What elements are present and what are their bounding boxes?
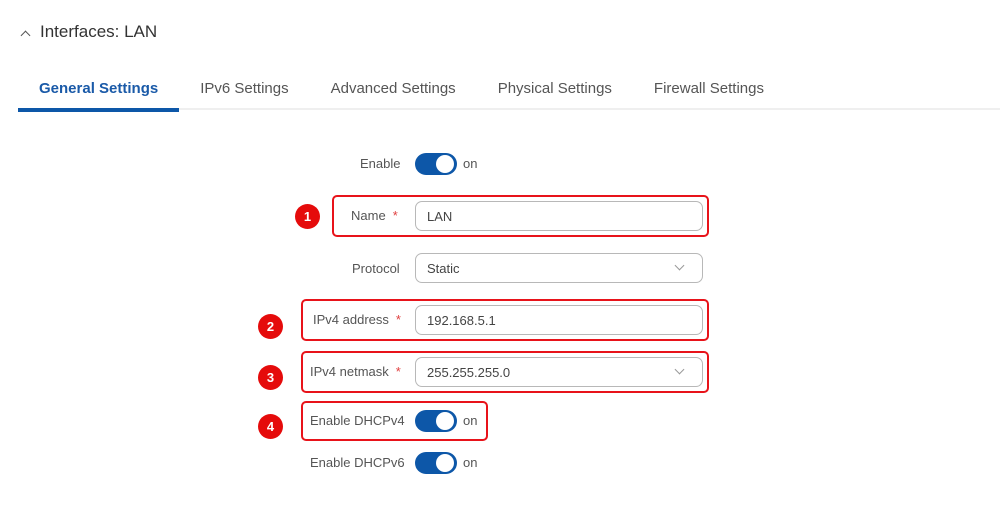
annotation-badge-3: 3 bbox=[258, 365, 283, 390]
name-label: Name * bbox=[351, 208, 398, 223]
ipv4-address-label-text: IPv4 address bbox=[313, 312, 389, 327]
enable-dhcpv6-state: on bbox=[463, 455, 478, 470]
ipv4-netmask-label-text: IPv4 netmask bbox=[310, 364, 389, 379]
general-settings-form: Enable on 1 Name * LAN Protocol Static 2 … bbox=[0, 0, 1000, 525]
annotation-badge-1: 1 bbox=[295, 204, 320, 229]
annotation-badge-2: 2 bbox=[258, 314, 283, 339]
enable-dhcpv4-state: on bbox=[463, 413, 478, 428]
protocol-label: Protocol bbox=[352, 261, 400, 276]
ipv4-netmask-select[interactable]: 255.255.255.0 bbox=[415, 357, 703, 387]
name-label-text: Name bbox=[351, 208, 386, 223]
chevron-down-icon bbox=[676, 262, 684, 270]
annotation-badge-4: 4 bbox=[258, 414, 283, 439]
enable-dhcpv6-label: Enable DHCPv6 bbox=[310, 455, 405, 470]
ipv4-netmask-label: IPv4 netmask * bbox=[310, 364, 401, 379]
enable-dhcpv4-label: Enable DHCPv4 bbox=[310, 413, 405, 428]
protocol-select[interactable]: Static bbox=[415, 253, 703, 283]
required-mark: * bbox=[392, 208, 398, 223]
enable-state: on bbox=[463, 156, 478, 171]
enable-label: Enable bbox=[360, 156, 401, 171]
required-mark: * bbox=[395, 364, 401, 379]
name-input[interactable]: LAN bbox=[415, 201, 703, 231]
ipv4-address-label: IPv4 address * bbox=[313, 312, 401, 327]
ipv4-address-input[interactable]: 192.168.5.1 bbox=[415, 305, 703, 335]
enable-dhcpv6-toggle[interactable] bbox=[415, 452, 457, 474]
toggle-knob bbox=[436, 155, 454, 173]
toggle-knob bbox=[436, 412, 454, 430]
required-mark: * bbox=[395, 312, 401, 327]
ipv4-netmask-value: 255.255.255.0 bbox=[427, 365, 511, 380]
chevron-down-icon bbox=[676, 366, 684, 374]
enable-toggle[interactable] bbox=[415, 153, 457, 175]
enable-dhcpv4-toggle[interactable] bbox=[415, 410, 457, 432]
protocol-value: Static bbox=[427, 261, 460, 276]
toggle-knob bbox=[436, 454, 454, 472]
